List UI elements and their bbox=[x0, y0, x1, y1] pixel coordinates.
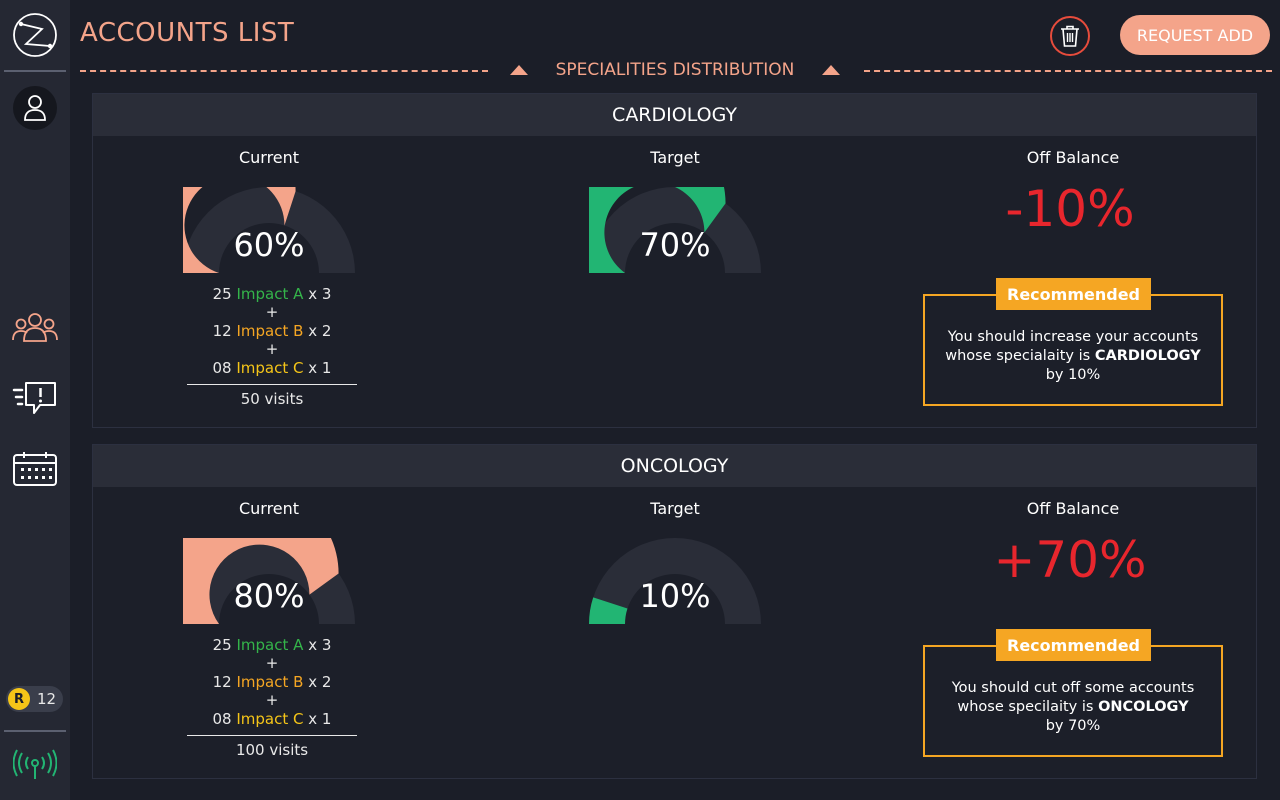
plus-sign: + bbox=[265, 340, 279, 358]
recommendation-line: You should increase your accounts bbox=[947, 329, 1199, 345]
plus-sign: + bbox=[265, 303, 279, 321]
recommendation-line: by 70% bbox=[1045, 718, 1101, 734]
impact-a-count: 25 bbox=[212, 285, 232, 303]
target-value: 70% bbox=[639, 226, 711, 264]
off-balance-label: Off Balance bbox=[1026, 499, 1120, 518]
target-value: 10% bbox=[639, 577, 711, 615]
recommended-label: Recommended bbox=[996, 278, 1151, 310]
section-divider-right bbox=[864, 70, 1272, 72]
sidebar-divider-bottom bbox=[4, 730, 66, 732]
impact-b-count: 12 bbox=[212, 673, 232, 691]
sidebar: R 12 bbox=[0, 0, 70, 800]
user-icon[interactable] bbox=[13, 86, 57, 130]
section-label: SPECIALITIES DISTRIBUTION bbox=[555, 60, 795, 80]
impact-a-count: 25 bbox=[212, 636, 232, 654]
visits-total: 100 visits bbox=[235, 741, 309, 759]
recommendation-text: You should increase your accounts whose … bbox=[935, 328, 1211, 385]
sum-rule bbox=[187, 735, 357, 736]
impact-b-count: 12 bbox=[212, 322, 232, 340]
team-icon[interactable] bbox=[12, 311, 58, 345]
impact-a-label: Impact A bbox=[236, 636, 304, 654]
card-title: ONCOLOGY bbox=[93, 445, 1256, 487]
visits-calculation: 25 Impact A x 3 + 12 Impact B x 2 + 08 I… bbox=[187, 635, 357, 760]
page-title: ACCOUNTS LIST bbox=[80, 18, 295, 48]
recommendation-line: whose specilaity is bbox=[957, 699, 1099, 715]
points-badge[interactable]: R 12 bbox=[6, 686, 63, 712]
request-add-button[interactable]: REQUEST ADD bbox=[1120, 15, 1270, 55]
recommendation-box: Recommended You should increase your acc… bbox=[923, 278, 1223, 406]
trash-button[interactable] bbox=[1050, 16, 1090, 56]
off-balance-value: -10% bbox=[1005, 180, 1135, 238]
triangle-up-icon bbox=[821, 65, 840, 75]
impact-a-label: Impact A bbox=[236, 285, 304, 303]
impact-b-multiplier: x 2 bbox=[308, 673, 332, 691]
impact-b-label: Impact B bbox=[236, 673, 304, 691]
card-title: CARDIOLOGY bbox=[93, 94, 1256, 136]
speciality-card: CARDIOLOGY Current 60% Target 70% Off Ba… bbox=[92, 93, 1257, 428]
off-balance-value: +70% bbox=[993, 531, 1147, 589]
recommendation-line: You should cut off some accounts bbox=[951, 680, 1195, 696]
current-label: Current bbox=[238, 499, 300, 518]
recommendation-line: by 10% bbox=[1045, 367, 1101, 383]
signal-icon[interactable] bbox=[13, 749, 57, 781]
recommendation-box: Recommended You should cut off some acco… bbox=[923, 629, 1223, 757]
sum-rule bbox=[187, 384, 357, 385]
impact-c-label: Impact C bbox=[236, 710, 304, 728]
plus-sign: + bbox=[265, 654, 279, 672]
plus-sign: + bbox=[265, 691, 279, 709]
recommended-label: Recommended bbox=[996, 629, 1151, 661]
alert-chat-icon[interactable] bbox=[12, 380, 58, 416]
impact-a-multiplier: x 3 bbox=[308, 636, 332, 654]
impact-c-multiplier: x 1 bbox=[308, 710, 332, 728]
trash-icon bbox=[1061, 25, 1079, 47]
recommendation-speciality: CARDIOLOGY bbox=[1094, 348, 1201, 364]
recommendation-line: whose specialaity is bbox=[945, 348, 1095, 364]
current-value: 80% bbox=[233, 577, 305, 615]
logo-icon[interactable] bbox=[12, 12, 58, 58]
impact-c-count: 08 bbox=[212, 710, 232, 728]
visits-total: 50 visits bbox=[240, 390, 304, 408]
impact-c-count: 08 bbox=[212, 359, 232, 377]
recommendation-text: You should cut off some accounts whose s… bbox=[935, 679, 1211, 736]
recommendation-speciality: ONCOLOGY bbox=[1098, 699, 1189, 715]
specialities-toggle[interactable]: SPECIALITIES DISTRIBUTION bbox=[510, 58, 840, 82]
off-balance-label: Off Balance bbox=[1026, 148, 1120, 167]
triangle-up-icon bbox=[510, 65, 528, 75]
visits-calculation: 25 Impact A x 3 + 12 Impact B x 2 + 08 I… bbox=[187, 284, 357, 409]
calendar-icon[interactable] bbox=[12, 451, 58, 487]
target-label: Target bbox=[650, 148, 700, 167]
sidebar-divider bbox=[4, 70, 66, 72]
speciality-card: ONCOLOGY Current 80% Target 10% Off Bala… bbox=[92, 444, 1257, 779]
current-value: 60% bbox=[233, 226, 305, 264]
impact-c-multiplier: x 1 bbox=[308, 359, 332, 377]
impact-b-multiplier: x 2 bbox=[308, 322, 332, 340]
impact-a-multiplier: x 3 bbox=[308, 285, 332, 303]
impact-b-label: Impact B bbox=[236, 322, 304, 340]
points-count: 12 bbox=[37, 690, 57, 708]
impact-c-label: Impact C bbox=[236, 359, 304, 377]
section-divider-left bbox=[80, 70, 488, 72]
current-label: Current bbox=[238, 148, 300, 167]
coin-icon: R bbox=[8, 688, 30, 710]
target-label: Target bbox=[650, 499, 700, 518]
